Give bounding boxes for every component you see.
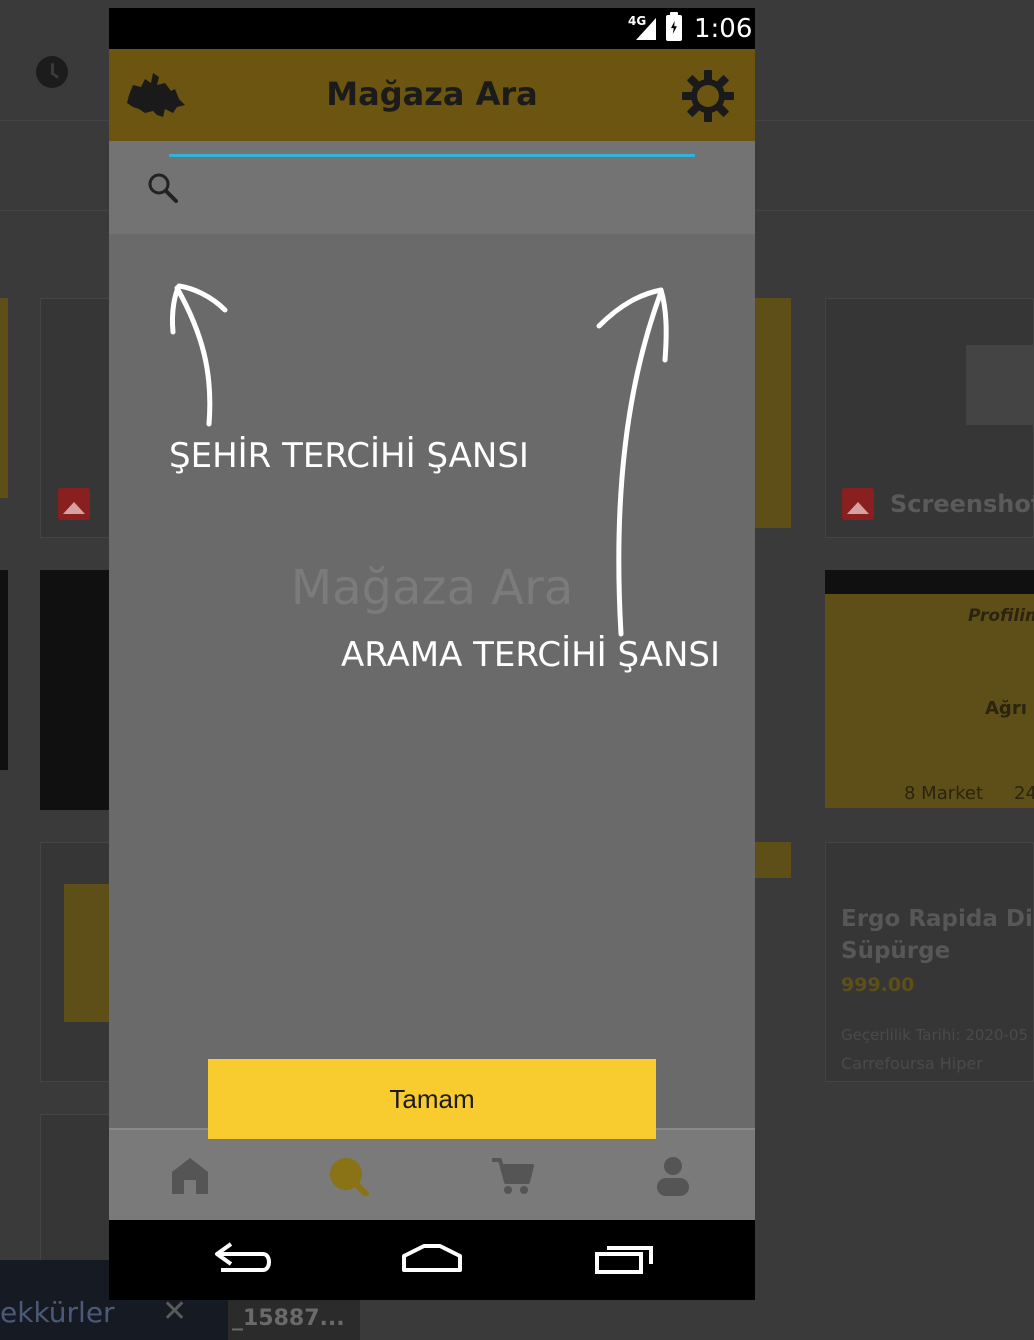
empty-state-title: Mağaza Ara [290, 560, 574, 616]
status-time: 1:06 [694, 14, 753, 44]
bg-card-edge [0, 570, 8, 770]
bg-promo-header [825, 570, 1034, 594]
bg-file-name: _15887... [232, 1306, 345, 1331]
image-icon [842, 488, 874, 520]
bg-product-price: 999.00 [841, 974, 915, 996]
bg-file-tab: _15887... [228, 1300, 360, 1340]
bg-card-edge [755, 842, 791, 878]
nav-home[interactable] [160, 1150, 220, 1202]
bg-promo-number: 24 [1014, 783, 1034, 804]
page-title: Mağaza Ara [326, 75, 538, 113]
gear-icon[interactable] [681, 69, 735, 123]
bg-snackbar-text: ekkürler [0, 1296, 115, 1329]
nav-search[interactable] [320, 1150, 380, 1202]
profile-icon [657, 1157, 689, 1196]
app-bar: Mağaza Ara [109, 49, 755, 141]
bg-card-dark [40, 570, 110, 810]
home-icon[interactable] [396, 1234, 468, 1286]
bg-card [40, 1114, 120, 1264]
bg-card-edge [755, 298, 791, 528]
image-icon [58, 488, 90, 520]
ok-button[interactable]: Tamam [208, 1059, 656, 1139]
bg-card-edge [0, 298, 8, 498]
nav-cart[interactable] [482, 1150, 542, 1202]
nav-profile[interactable] [643, 1150, 703, 1202]
bg-card-yellow [64, 884, 114, 1022]
bg-product-name: Ergo Rapida Dikey [841, 906, 1034, 932]
bg-promo-text: Ağrı [985, 698, 1027, 719]
cart-icon [492, 1158, 534, 1194]
bg-promo-title: Profilim [968, 606, 1034, 626]
bg-product-store: Carrefoursa Hiper [841, 1054, 983, 1073]
back-icon[interactable] [205, 1234, 277, 1286]
bg-product-name-2: Süpürge [841, 938, 951, 964]
clock-icon [36, 56, 68, 88]
status-bar: 4G 1:06 [109, 8, 755, 49]
search-icon [330, 1158, 369, 1196]
bg-product-validity: Geçerlilik Tarihi: 2020-05 [841, 1026, 1028, 1044]
annotation-city: ŞEHİR TERCİHİ ŞANSI [169, 436, 529, 476]
home-icon [172, 1158, 208, 1194]
battery-icon [666, 12, 682, 41]
search-underline [169, 154, 695, 157]
signal-icon [636, 18, 656, 40]
search-icon [148, 173, 178, 203]
bg-promo-market: 8 Market [904, 783, 984, 804]
search-bar [109, 141, 755, 234]
phone-screen: 4G 1:06 Mağaza Ara ŞEHİR TERCİHİ ŞANSI A… [109, 8, 755, 1300]
recent-apps-icon[interactable] [589, 1234, 661, 1286]
bottom-nav [109, 1128, 755, 1220]
bg-card-title: Screenshot_1 [890, 490, 1034, 518]
search-input[interactable] [189, 171, 689, 211]
annotation-search: ARAMA TERCİHİ ŞANSI [341, 635, 721, 675]
android-nav-bar [109, 1220, 755, 1300]
